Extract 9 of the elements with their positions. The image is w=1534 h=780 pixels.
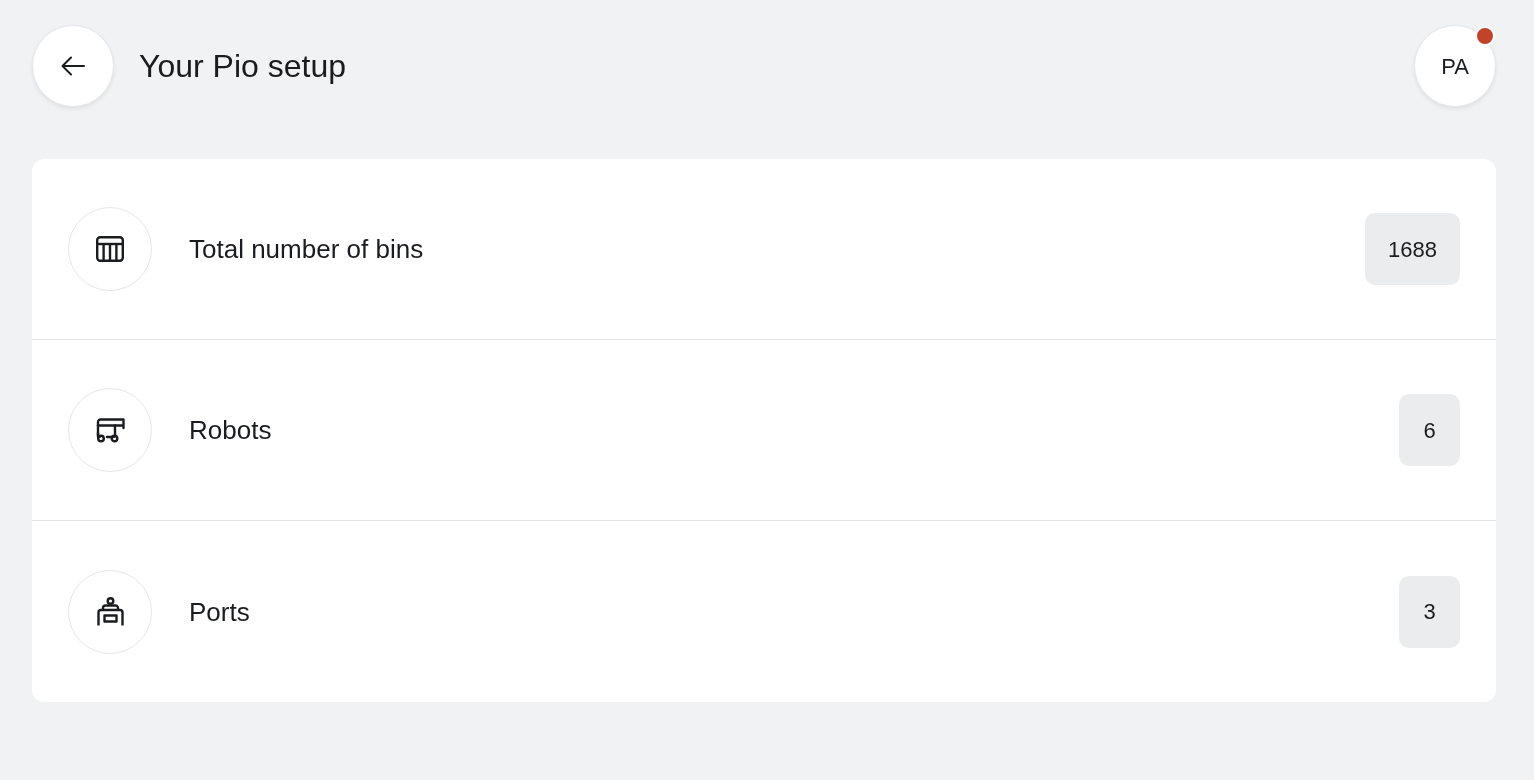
item-label: Total number of bins	[189, 233, 424, 265]
item-label: Robots	[189, 414, 272, 446]
item-count: 1688	[1365, 213, 1460, 285]
item-count: 3	[1399, 575, 1460, 648]
item-label: Ports	[189, 595, 250, 628]
user-avatar[interactable]: PA	[1414, 25, 1496, 107]
back-arrow-icon	[61, 56, 85, 76]
page-title: Your Pio setup	[139, 47, 346, 85]
item-count: 6	[1399, 394, 1460, 466]
